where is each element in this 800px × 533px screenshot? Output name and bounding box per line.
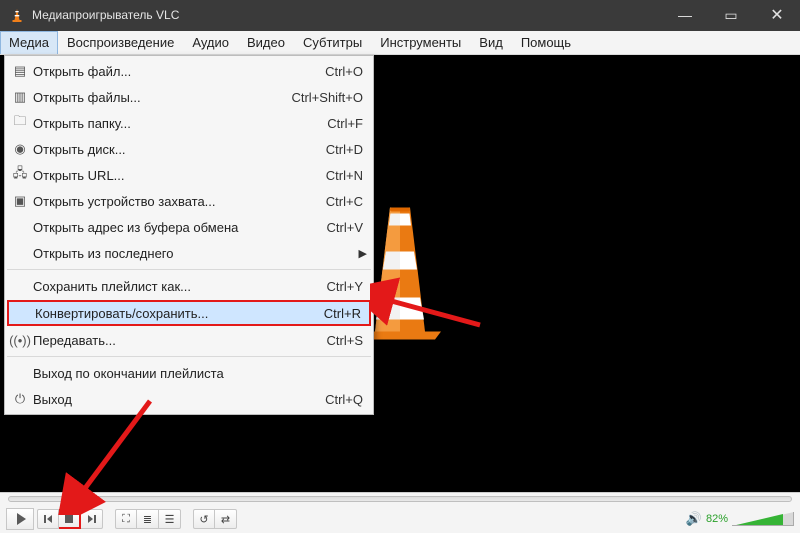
menubar: Медиа Воспроизведение Аудио Видео Субтит… bbox=[0, 31, 800, 55]
file-icon: ▤ bbox=[9, 63, 31, 79]
network-icon: 🖧 bbox=[9, 164, 31, 186]
menu-stream[interactable]: ((•)) Передавать... Ctrl+S bbox=[5, 327, 373, 353]
titlebar: Медиапроигрыватель VLC — ▭ ✕ bbox=[0, 0, 800, 31]
vlc-cone-icon bbox=[8, 7, 26, 25]
menu-convert-save[interactable]: Конвертировать/сохранить... Ctrl+R bbox=[5, 299, 373, 327]
player-controls: ⛶ ≣ ☰ ↺ ⇄ 🔊 82% bbox=[0, 492, 800, 533]
menu-open-file[interactable]: ▤ Открыть файл... Ctrl+O bbox=[5, 58, 373, 84]
seek-bar[interactable] bbox=[0, 493, 800, 505]
prev-button[interactable] bbox=[37, 509, 59, 529]
menu-open-url[interactable]: 🖧 Открыть URL... Ctrl+N bbox=[5, 162, 373, 188]
menu-subtitles[interactable]: Субтитры bbox=[294, 31, 371, 54]
menu-save-playlist[interactable]: Сохранить плейлист как... Ctrl+Y bbox=[5, 273, 373, 299]
files-icon: ▥ bbox=[9, 89, 31, 105]
volume-slider[interactable] bbox=[732, 512, 794, 526]
close-button[interactable]: ✕ bbox=[754, 0, 800, 31]
menu-open-recent[interactable]: Открыть из последнего ▶ bbox=[5, 240, 373, 266]
menu-audio[interactable]: Аудио bbox=[183, 31, 238, 54]
menu-quit[interactable]: ⏻ Выход Ctrl+Q bbox=[5, 386, 373, 412]
minimize-button[interactable]: — bbox=[662, 0, 708, 31]
menu-view[interactable]: Вид bbox=[470, 31, 512, 54]
volume-control[interactable]: 🔊 82% bbox=[686, 511, 794, 527]
window-title: Медиапроигрыватель VLC bbox=[32, 0, 662, 31]
separator bbox=[7, 269, 371, 270]
maximize-button[interactable]: ▭ bbox=[708, 0, 754, 31]
menu-video[interactable]: Видео bbox=[238, 31, 294, 54]
menu-open-disc[interactable]: ◉ Открыть диск... Ctrl+D bbox=[5, 136, 373, 162]
loop-button[interactable]: ↺ bbox=[193, 509, 215, 529]
shuffle-button[interactable]: ⇄ bbox=[215, 509, 237, 529]
menu-media[interactable]: Медиа bbox=[0, 31, 58, 54]
next-button[interactable] bbox=[81, 509, 103, 529]
menu-open-capture[interactable]: ▣ Открыть устройство захвата... Ctrl+C bbox=[5, 188, 373, 214]
menu-quit-after-playlist[interactable]: Выход по окончании плейлиста bbox=[5, 360, 373, 386]
playlist-button[interactable]: ☰ bbox=[159, 509, 181, 529]
disc-icon: ◉ bbox=[9, 141, 31, 157]
separator bbox=[7, 356, 371, 357]
stream-icon: ((•)) bbox=[9, 333, 31, 348]
chevron-right-icon: ▶ bbox=[359, 247, 367, 260]
menu-playback[interactable]: Воспроизведение bbox=[58, 31, 183, 54]
quit-icon: ⏻ bbox=[9, 391, 31, 407]
menu-open-folder[interactable]: 🗀 Открыть папку... Ctrl+F bbox=[5, 110, 373, 136]
media-dropdown: ▤ Открыть файл... Ctrl+O ▥ Открыть файлы… bbox=[4, 55, 374, 415]
menu-open-clipboard[interactable]: Открыть адрес из буфера обмена Ctrl+V bbox=[5, 214, 373, 240]
menu-open-files[interactable]: ▥ Открыть файлы... Ctrl+Shift+O bbox=[5, 84, 373, 110]
capture-icon: ▣ bbox=[9, 193, 31, 209]
folder-icon: 🗀 bbox=[9, 112, 31, 134]
menu-help[interactable]: Помощь bbox=[512, 31, 580, 54]
extended-settings-button[interactable]: ≣ bbox=[137, 509, 159, 529]
menu-tools[interactable]: Инструменты bbox=[371, 31, 470, 54]
play-button[interactable] bbox=[6, 508, 34, 530]
fullscreen-button[interactable]: ⛶ bbox=[115, 509, 137, 529]
speaker-icon: 🔊 bbox=[686, 511, 702, 527]
volume-percent: 82% bbox=[706, 513, 728, 525]
stop-button[interactable] bbox=[59, 509, 81, 529]
